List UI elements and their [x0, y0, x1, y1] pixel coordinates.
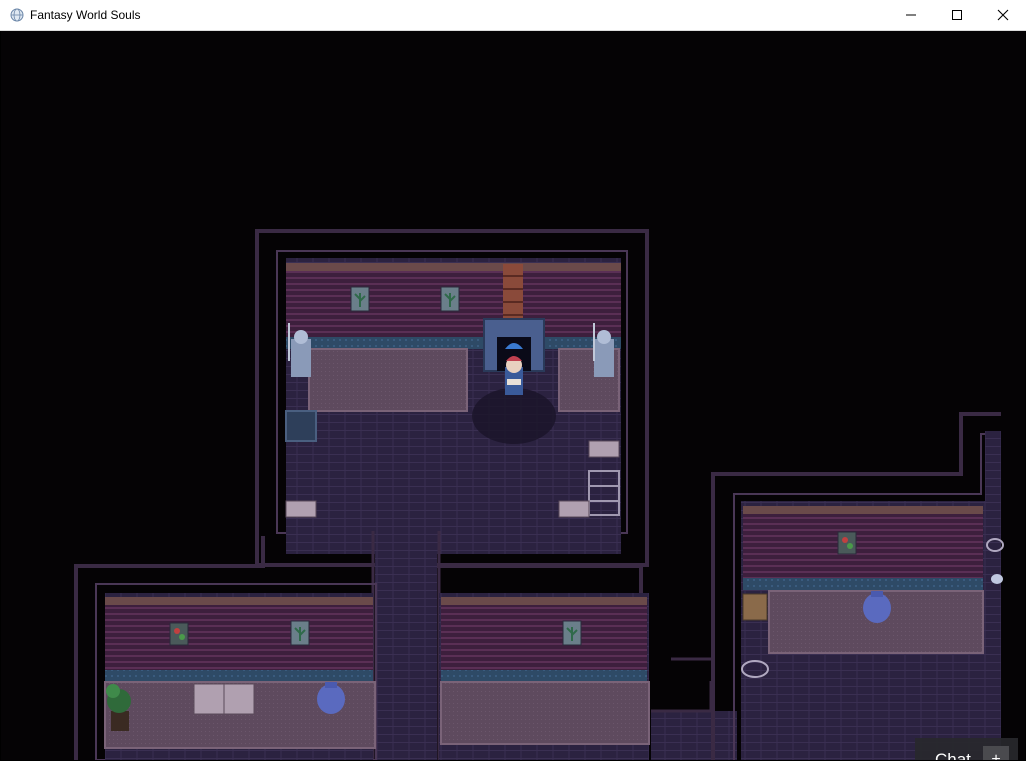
right-room-back-wall — [743, 506, 983, 580]
shelf-unit — [285, 500, 317, 518]
player-character[interactable] — [505, 356, 523, 395]
bottom-middle-back-wall — [441, 597, 647, 671]
shelf-unit — [558, 500, 590, 518]
top-room — [255, 229, 649, 567]
chat-button[interactable]: Chat — [935, 750, 971, 760]
corridor — [375, 531, 437, 760]
chat-widget[interactable]: Chat + — [915, 738, 1018, 760]
flower-painting — [837, 531, 857, 555]
maximize-icon — [952, 10, 962, 20]
wooden-barrel — [742, 593, 768, 621]
minimize-icon — [906, 14, 916, 16]
bottom-left-room — [74, 536, 377, 760]
carpet-left — [308, 348, 468, 412]
app-globe-icon — [10, 8, 24, 22]
bottom-left-back-wall — [105, 597, 373, 671]
lower-passage — [651, 711, 737, 760]
bottom-middle-room — [437, 564, 650, 760]
title-bar: Fantasy World Souls — [0, 0, 1026, 31]
right-room — [711, 412, 1004, 760]
framed-plant-painting — [290, 620, 310, 646]
carpet — [440, 681, 650, 745]
game-map — [74, 229, 1004, 760]
top-room-baseboard — [286, 337, 621, 349]
maximize-button[interactable] — [934, 0, 980, 30]
close-icon — [997, 9, 1009, 21]
game-viewport[interactable]: Chat + — [1, 31, 1025, 760]
minimize-button[interactable] — [888, 0, 934, 30]
bookshelf — [285, 410, 317, 442]
framed-plant-painting — [440, 286, 460, 312]
window-title: Fantasy World Souls — [30, 8, 141, 22]
framed-plant-painting — [350, 286, 370, 312]
chat-expand-button[interactable]: + — [983, 746, 1009, 760]
shelf-unit — [588, 440, 620, 458]
framed-plant-painting — [562, 620, 582, 646]
close-button[interactable] — [980, 0, 1026, 30]
flower-painting — [169, 622, 189, 646]
